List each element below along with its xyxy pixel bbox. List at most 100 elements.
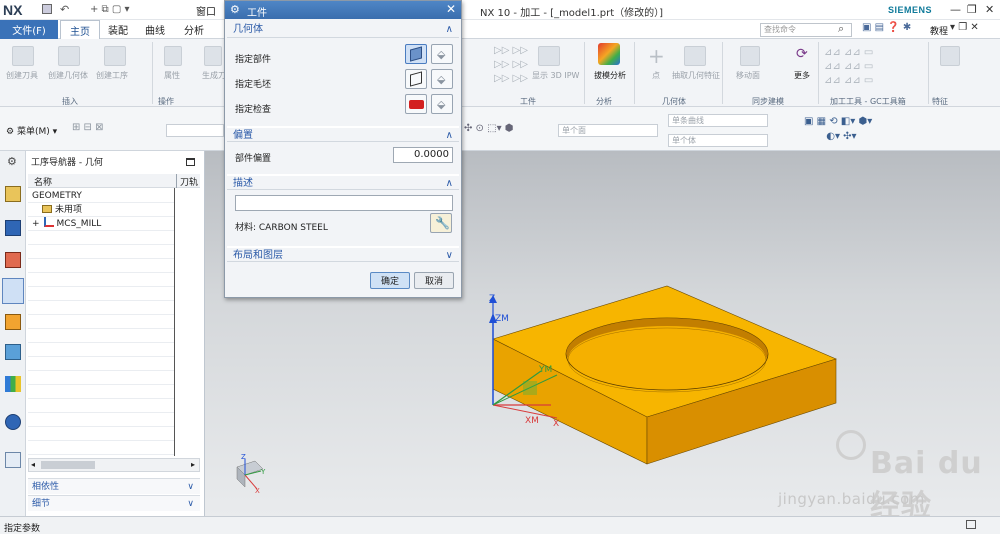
draft-analysis-icon[interactable]	[598, 43, 620, 65]
ipw-3d-icon[interactable]	[538, 46, 560, 66]
create-geometry-icon[interactable]	[58, 46, 80, 66]
save-icon[interactable]	[42, 4, 52, 14]
point-icon[interactable]: +	[648, 44, 665, 68]
create-operation-label[interactable]: 创建工序	[96, 70, 128, 81]
reuse-library-icon[interactable]	[5, 344, 21, 360]
column-toolpath[interactable]: 刀轨	[180, 175, 198, 188]
show-part-button[interactable]: ⬙	[431, 44, 453, 64]
workpiece-tools[interactable]: ▷▷ ▷▷ ▷▷ ▷▷ ▷▷ ▷▷	[494, 44, 528, 86]
resource-settings-icon[interactable]: ⚙	[7, 155, 17, 168]
properties-label[interactable]: 属性	[164, 70, 180, 81]
ipw-3d-label[interactable]: 显示 3D IPW	[532, 70, 579, 81]
specify-blank-button[interactable]	[405, 69, 427, 89]
section-geometry[interactable]: 几何体 ∧	[227, 22, 459, 38]
triad-z-label: Z	[241, 453, 246, 461]
section-details[interactable]: 细节 ∨	[28, 495, 200, 511]
child-window-controls[interactable]: ▾ ❐ ✕	[950, 22, 979, 33]
window-menu[interactable]: 窗口	[196, 3, 216, 18]
section-offset[interactable]: 偏置 ∧	[227, 126, 459, 142]
scroll-right-icon[interactable]: ▸	[191, 460, 195, 469]
workpiece-dialog[interactable]: ⚙ 工件 ✕ 几何体 ∧ 指定部件 ⬙ 指定毛坯 ⬙ 指定检查 ⬙ 偏置 ∧ 部件偏…	[224, 0, 462, 298]
scroll-thumb[interactable]	[41, 461, 95, 469]
assembly-navigator-icon[interactable]	[5, 186, 21, 202]
description-input[interactable]	[235, 195, 453, 211]
create-operation-icon[interactable]	[104, 46, 126, 66]
create-tool-label[interactable]: 创建刀具	[6, 70, 38, 81]
properties-icon[interactable]	[164, 46, 182, 66]
scroll-left-icon[interactable]: ◂	[31, 460, 35, 469]
menu-button[interactable]: ⚙ 菜单(M) ▾	[6, 124, 57, 137]
part-offset-label: 部件偏置	[235, 154, 272, 164]
move-face-icon[interactable]	[740, 46, 760, 66]
wcs-handle	[523, 381, 537, 395]
tab-assembly[interactable]: 装配	[102, 20, 134, 39]
gc-toolbox-icons[interactable]: ⊿⊿ ⊿⊿ ▭ ⊿⊿ ⊿⊿ ▭ ⊿⊿ ⊿⊿ ▭	[824, 46, 873, 88]
show-blank-button[interactable]: ⬙	[431, 69, 453, 89]
cancel-button[interactable]: 取消	[414, 272, 454, 289]
more-label[interactable]: 更多	[794, 70, 810, 81]
help-toolbar-icons[interactable]: ▣ ▤ ❓ ✱	[862, 22, 911, 33]
ok-button[interactable]: 确定	[370, 272, 410, 289]
face-rule-combo[interactable]: 单个面	[558, 124, 658, 137]
restore-icon[interactable]: ❐	[967, 3, 977, 16]
feature-icon[interactable]	[940, 46, 960, 66]
snap-icons[interactable]: ✣ ⊙ ⬚▾ ⬢	[464, 123, 514, 134]
triad-y-label: Y	[260, 468, 266, 476]
specify-check-button[interactable]	[405, 94, 427, 114]
dialog-close-icon[interactable]: ✕	[446, 2, 456, 16]
flashlight-icon: ⬙	[437, 98, 446, 111]
expand-icon[interactable]: +	[32, 219, 40, 229]
curve-rule-combo[interactable]: 单条曲线	[668, 114, 768, 127]
material-edit-button[interactable]: 🔧	[430, 213, 452, 233]
specify-part-button[interactable]	[405, 44, 427, 64]
minimize-icon[interactable]: —	[950, 3, 961, 16]
ribbon-divider	[928, 42, 929, 104]
search-icon[interactable]: ⌕	[838, 22, 844, 36]
tab-analysis[interactable]: 分析	[176, 20, 212, 39]
generate-toolpath-label[interactable]: 生成刀	[202, 70, 226, 81]
tree-item-unused[interactable]: 未用项	[28, 203, 174, 217]
tab-curve[interactable]: 曲线	[138, 20, 172, 39]
tab-home[interactable]: 主页	[60, 20, 100, 39]
move-face-label[interactable]: 移动面	[736, 70, 760, 81]
undo-icon[interactable]: ↶	[60, 3, 69, 16]
navigator-maximize-icon[interactable]	[186, 158, 195, 166]
extract-geometry-label[interactable]: 抽取几何特征	[672, 70, 720, 81]
type-filter-combo[interactable]	[166, 124, 224, 137]
column-name[interactable]: 名称	[34, 175, 52, 188]
create-tool-icon[interactable]	[12, 46, 34, 66]
nav-toolbar-icons[interactable]: ⊞ ⊟ ⊠	[72, 122, 104, 133]
history-icon[interactable]	[5, 376, 21, 392]
column-divider[interactable]	[176, 174, 177, 188]
section-dependencies[interactable]: 相依性 ∨	[28, 478, 200, 494]
point-label[interactable]: 点	[652, 70, 660, 81]
view-toolbar-icons[interactable]: ▣ ▦ ⟲ ◧▾ ⬢▾ ◐▾ ✣▾	[804, 114, 872, 144]
tree-item-geometry[interactable]: GEOMETRY	[28, 189, 174, 203]
more-icon[interactable]: ⟳	[796, 46, 808, 62]
check-body-icon	[409, 100, 424, 109]
quick-access-icon[interactable]: + ⧉ ▢ ▾	[90, 4, 130, 15]
generate-toolpath-icon[interactable]	[204, 46, 222, 66]
part-offset-input[interactable]: 0.0000	[393, 147, 453, 163]
operation-navigator-icon[interactable]	[2, 278, 24, 304]
section-description[interactable]: 描述 ∧	[227, 174, 459, 190]
web-browser-icon[interactable]	[5, 414, 21, 430]
machine-tool-icon[interactable]	[5, 314, 21, 330]
close-icon[interactable]: ✕	[985, 3, 994, 16]
status-window-icon[interactable]	[966, 520, 976, 529]
roles-icon[interactable]	[5, 452, 21, 468]
body-rule-combo[interactable]: 单个体	[668, 134, 768, 147]
show-check-button[interactable]: ⬙	[431, 94, 453, 114]
draft-analysis-label[interactable]: 拔模分析	[594, 70, 626, 81]
create-geometry-label[interactable]: 创建几何体	[48, 70, 88, 81]
horizontal-scrollbar[interactable]: ◂ ▸	[28, 458, 200, 472]
part-navigator-icon[interactable]	[5, 252, 21, 268]
tutorial-link[interactable]: 教程	[930, 24, 948, 37]
tree-item-mcs-mill[interactable]: + MCS_MILL	[28, 217, 174, 231]
section-layout-layers[interactable]: 布局和图层 ∨	[227, 246, 459, 262]
extract-geometry-icon[interactable]	[684, 46, 706, 66]
dialog-title-bar[interactable]: ⚙ 工件 ✕	[225, 1, 461, 19]
file-menu[interactable]: 文件(F)	[0, 20, 58, 39]
constraint-navigator-icon[interactable]	[5, 220, 21, 236]
chevron-up-icon: ∧	[445, 130, 453, 141]
